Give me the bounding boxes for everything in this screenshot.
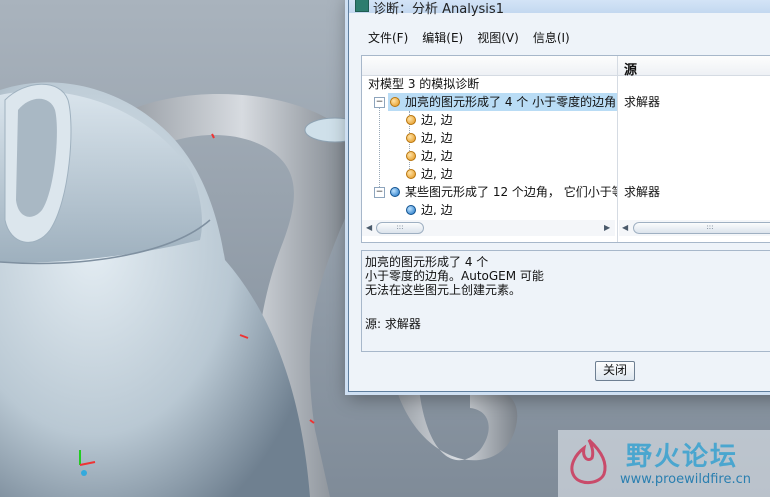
tree-root[interactable]: 对模型 3 的模拟诊断 (368, 75, 479, 93)
list-item[interactable]: 边, 边 (406, 129, 453, 147)
forum-watermark: 野火论坛 www.proewildfire.cn (558, 430, 770, 497)
expander-minus-icon[interactable]: − (374, 187, 385, 198)
menu-edit[interactable]: 编辑(E) (415, 27, 470, 49)
tree-hscrollbar[interactable]: ◀ ::: ▶ (362, 220, 615, 236)
close-button[interactable]: 关闭 (595, 361, 635, 381)
child-text: 边, 边 (421, 203, 453, 215)
expander-minus-icon[interactable]: − (374, 97, 385, 108)
diagnostics-dialog: 诊断：分析 Analysis1 文件(F) 编辑(E) 视图(V) 信息(I) … (348, 0, 770, 392)
window-title: 诊断：分析 Analysis1 (373, 2, 504, 17)
scroll-left-icon[interactable]: ◀ (366, 223, 372, 232)
menu-file[interactable]: 文件(F) (361, 27, 415, 49)
detail-line-3: 无法在这些图元上创建元素。 (365, 283, 522, 297)
child-text: 边, 边 (421, 113, 453, 127)
warning-dot-icon (406, 133, 416, 143)
flame-logo-icon (570, 438, 607, 484)
list-item[interactable]: 边, 边 (406, 147, 453, 165)
scroll-thumb[interactable]: ::: (376, 222, 424, 234)
warning-dot-icon (406, 151, 416, 161)
watermark-name: 野火论坛 (626, 442, 739, 472)
detail-text-panel: 加亮的图元形成了 4 个 小于零度的边角。AutoGEM 可能 无法在这些图元上… (361, 250, 770, 352)
title-bar[interactable]: 诊断：分析 Analysis1 (349, 0, 770, 17)
watermark-url: www.proewildfire.cn (620, 472, 751, 487)
info-dot-icon (406, 205, 416, 215)
menu-info[interactable]: 信息(I) (526, 27, 577, 49)
tree-guide (379, 107, 380, 189)
warning-dot-icon (406, 169, 416, 179)
tree-item-group1[interactable]: 加亮的图元形成了 4 个 小于零度的边角 (388, 93, 617, 111)
group2-source: 求解器 (624, 185, 661, 199)
scroll-right-icon[interactable]: ▶ (604, 223, 610, 232)
column-header: 源 (362, 56, 770, 78)
detail-line-4: 源: 求解器 (365, 317, 421, 331)
menu-bar: 文件(F) 编辑(E) 视图(V) 信息(I) (361, 27, 577, 49)
child-text: 边, 边 (421, 131, 453, 145)
scroll-left-icon[interactable]: ◀ (622, 223, 628, 232)
list-item[interactable]: 边, 边 (406, 165, 453, 183)
tree-rows: 对模型 3 的模拟诊断 − 加亮的图元形成了 4 个 小于零度的边角 求解器 边… (362, 75, 770, 215)
child-text: 边, 边 (421, 149, 453, 163)
menu-view[interactable]: 视图(V) (470, 27, 526, 49)
group2-text: 某些图元形成了 12 个边角， 它们小于等 (405, 185, 617, 199)
app-icon (355, 0, 369, 12)
group1-text: 加亮的图元形成了 4 个 小于零度的边角 (405, 95, 617, 109)
info-dot-icon (390, 187, 400, 197)
source-hscrollbar[interactable]: ◀ ::: (619, 220, 770, 236)
list-item[interactable]: 边, 边 (406, 201, 453, 215)
group1-source: 求解器 (624, 95, 661, 109)
child-text: 边, 边 (421, 167, 453, 181)
diagnostics-tree[interactable]: 源 对模型 3 的模拟诊断 − 加亮的图元形成了 4 个 小于零度的边角 求解器… (361, 55, 770, 243)
scroll-thumb[interactable]: ::: (633, 222, 770, 234)
tree-item-group2[interactable]: 某些图元形成了 12 个边角， 它们小于等 (388, 183, 617, 201)
warning-dot-icon (390, 97, 400, 107)
warning-dot-icon (406, 115, 416, 125)
list-item[interactable]: 边, 边 (406, 111, 453, 129)
